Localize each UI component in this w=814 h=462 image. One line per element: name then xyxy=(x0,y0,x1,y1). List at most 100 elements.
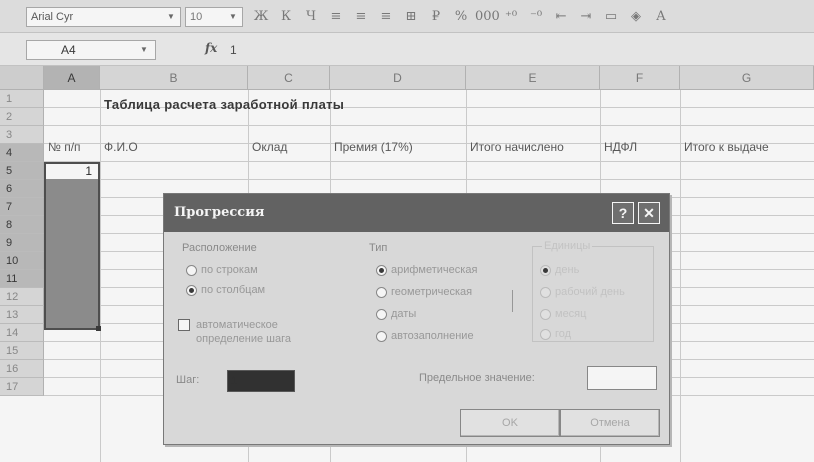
decrease-indent-icon[interactable]: ⇤ xyxy=(550,6,572,28)
font-name-select[interactable]: Arial Cyr ▼ xyxy=(26,7,181,27)
header-cell-f3[interactable]: НДФЛ xyxy=(602,138,680,156)
header-cell-g3[interactable]: Итого к выдаче xyxy=(682,138,814,156)
font-size-select[interactable]: 10 ▼ xyxy=(185,7,243,27)
row-header-11[interactable]: 11 xyxy=(0,270,44,288)
select-all-corner[interactable] xyxy=(0,66,44,90)
currency-icon[interactable]: ₽ xyxy=(425,6,447,28)
location-group-label: Расположение xyxy=(182,242,257,254)
step-input[interactable]: 1 xyxy=(227,370,295,392)
radio-day[interactable]: день xyxy=(540,262,579,278)
column-header-d[interactable]: D xyxy=(330,66,466,90)
units-group-label: Единицы xyxy=(542,240,593,252)
header-cell-c3[interactable]: Оклад xyxy=(250,138,330,156)
radio-geometric[interactable]: геометрическая xyxy=(376,284,472,300)
align-right-icon[interactable]: ≡ xyxy=(375,6,397,28)
limit-input[interactable] xyxy=(587,366,657,390)
row-header-14[interactable]: 14 xyxy=(0,324,44,342)
formula-input[interactable]: 1 xyxy=(230,40,810,60)
row-header-2[interactable]: 2 xyxy=(0,108,44,126)
row-header-4[interactable]: 4 xyxy=(0,144,44,162)
font-name-value: Arial Cyr xyxy=(31,11,74,23)
radio-dot-icon xyxy=(540,328,551,340)
radio-label: день xyxy=(555,264,580,276)
progression-dialog: Прогрессия ? ✕ Расположение по строкам п… xyxy=(163,193,670,445)
row-header-12[interactable]: 12 xyxy=(0,288,44,306)
column-header-a[interactable]: A xyxy=(44,66,100,90)
column-header-g[interactable]: G xyxy=(680,66,814,90)
row-header-10[interactable]: 10 xyxy=(0,252,44,270)
radio-label: автозаполнение xyxy=(391,330,474,342)
radio-by-columns[interactable]: по столбцам xyxy=(186,282,265,298)
radio-by-rows[interactable]: по строкам xyxy=(186,262,258,278)
help-button[interactable]: ? xyxy=(612,202,634,224)
header-cell-b3[interactable]: Ф.И.О xyxy=(102,138,248,156)
header-cell-d3[interactable]: Премия (17%) xyxy=(332,138,466,156)
underline-icon[interactable]: Ч xyxy=(300,6,322,28)
row-header-15[interactable]: 15 xyxy=(0,342,44,360)
row-header-16[interactable]: 16 xyxy=(0,360,44,378)
fill-handle[interactable] xyxy=(96,326,101,331)
radio-autofill[interactable]: автозаполнение xyxy=(376,328,474,344)
dialog-title: Прогрессия xyxy=(174,205,265,220)
close-button[interactable]: ✕ xyxy=(638,202,660,224)
step-value: 1 xyxy=(231,375,238,387)
radio-year[interactable]: год xyxy=(540,326,571,342)
row-header-13[interactable]: 13 xyxy=(0,306,44,324)
borders-icon[interactable]: ▭ xyxy=(600,6,622,28)
row-header-5[interactable]: 5 xyxy=(0,162,44,180)
header-cell-e3[interactable]: Итого начислено xyxy=(468,138,600,156)
auto-step-checkbox[interactable] xyxy=(178,319,190,331)
row-header-8[interactable]: 8 xyxy=(0,216,44,234)
increase-decimal-icon[interactable]: ⁺⁰ xyxy=(500,6,522,28)
decrease-decimal-icon[interactable]: ⁻⁰ xyxy=(525,6,547,28)
radio-dot-icon xyxy=(376,264,387,276)
column-header-f[interactable]: F xyxy=(600,66,680,90)
align-left-icon[interactable]: ≡ xyxy=(325,6,347,28)
cancel-button[interactable]: Отмена xyxy=(560,409,660,437)
cell-a4[interactable]: 1 xyxy=(46,162,96,180)
column-header-b[interactable]: B xyxy=(100,66,248,90)
row-header-9[interactable]: 9 xyxy=(0,234,44,252)
italic-icon[interactable]: К xyxy=(275,6,297,28)
ok-button[interactable]: OK xyxy=(460,409,560,437)
bold-icon[interactable]: Ж xyxy=(250,6,272,28)
chevron-down-icon[interactable]: ▼ xyxy=(137,43,151,57)
step-label: Шаг: xyxy=(176,374,200,386)
toolbar-buttons: Ж К Ч ≡ ≡ ≡ ⊞ ₽% 000 ⁺⁰ ⁻⁰ ⇤ ⇥ ▭ ◈ A xyxy=(250,6,672,28)
fill-color-icon[interactable]: ◈ xyxy=(625,6,647,28)
gridline xyxy=(44,179,814,180)
radio-dates[interactable]: даты xyxy=(376,306,416,322)
chevron-down-icon[interactable]: ▼ xyxy=(226,10,240,24)
column-header-c[interactable]: C xyxy=(248,66,330,90)
gridline xyxy=(680,90,681,462)
percent-icon[interactable]: % xyxy=(450,6,472,28)
radio-weekday[interactable]: рабочий день xyxy=(540,284,625,300)
font-color-icon[interactable]: A xyxy=(650,6,672,28)
row-header-3[interactable]: 3 xyxy=(0,126,44,144)
radio-month[interactable]: месяц xyxy=(540,306,586,322)
dialog-body: Расположение по строкам по столбцам авто… xyxy=(164,232,669,444)
column-header-e[interactable]: E xyxy=(466,66,600,90)
header-cell-a3[interactable]: № п/п xyxy=(46,138,100,156)
radio-label: месяц xyxy=(555,308,587,320)
row-header-6[interactable]: 6 xyxy=(0,180,44,198)
separator xyxy=(512,290,513,312)
row-header-17[interactable]: 17 xyxy=(0,378,44,396)
radio-label: арифметическая xyxy=(391,264,478,276)
align-center-icon[interactable]: ≡ xyxy=(350,6,372,28)
dialog-titlebar[interactable]: Прогрессия ? ✕ xyxy=(164,194,669,232)
sheet-title[interactable]: Таблица расчета заработной платы xyxy=(102,96,462,114)
radio-dot-icon xyxy=(186,284,197,296)
increase-indent-icon[interactable]: ⇥ xyxy=(575,6,597,28)
name-box[interactable]: A4 ▼ xyxy=(26,40,156,60)
row-header-1[interactable]: 1 xyxy=(0,90,44,108)
selected-range[interactable] xyxy=(44,162,100,330)
radio-arithmetic[interactable]: арифметическая xyxy=(376,262,477,278)
function-icon[interactable]: fx xyxy=(205,41,217,55)
merge-center-icon[interactable]: ⊞ xyxy=(400,6,422,28)
formula-bar: A4 ▼ fx 1 xyxy=(0,33,814,66)
chevron-down-icon[interactable]: ▼ xyxy=(164,10,178,24)
radio-label: даты xyxy=(391,308,417,320)
thousands-icon[interactable]: 000 xyxy=(475,6,500,28)
row-header-7[interactable]: 7 xyxy=(0,198,44,216)
